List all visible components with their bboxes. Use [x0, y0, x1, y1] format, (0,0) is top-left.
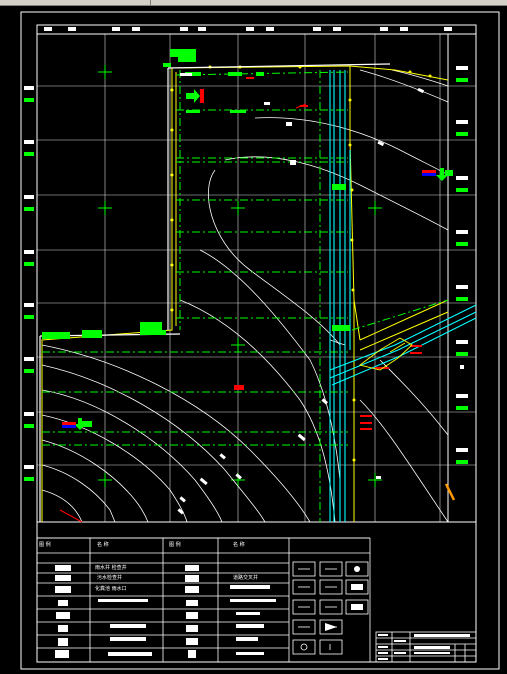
site-boundary: [41, 65, 449, 522]
terrain-contours: [41, 69, 449, 523]
white-annotations: [177, 73, 464, 515]
legend-left-name-3: 化粪池 雨水口: [95, 586, 127, 592]
road-edges: [39, 63, 391, 522]
grid-cross-markers: [98, 65, 382, 487]
legend-table: 图 例 名 称 图 例 名 称 雨水井 检查井 污水检查井 化粪池 雨水口 道路…: [37, 538, 289, 662]
legend-left-name-1: 雨水井 检查井: [95, 565, 127, 571]
utility-lines-green: [42, 70, 449, 522]
red-diagonal-lines: [59, 103, 307, 523]
legend-header-symbol-2: 图 例: [169, 542, 181, 548]
blue-markers: [62, 173, 436, 428]
top-frame-ticks: [44, 27, 452, 31]
title-bar-separator: [150, 0, 151, 5]
left-frame-ticks: [24, 86, 34, 481]
green-labels: [42, 49, 453, 430]
legend-header-name-1: 名 称: [97, 542, 109, 548]
legend-header-symbol-1: 图 例: [39, 542, 51, 548]
legend-right-name-3: 道路交叉井: [233, 575, 259, 581]
legend-header-name-2: 名 称: [233, 542, 245, 548]
coordinate-grid: [37, 34, 476, 522]
orange-marker: [444, 483, 456, 501]
red-markers: [62, 77, 436, 430]
legend-left-name-2: 污水检查井: [97, 575, 123, 581]
right-frame-ticks: [456, 66, 468, 464]
